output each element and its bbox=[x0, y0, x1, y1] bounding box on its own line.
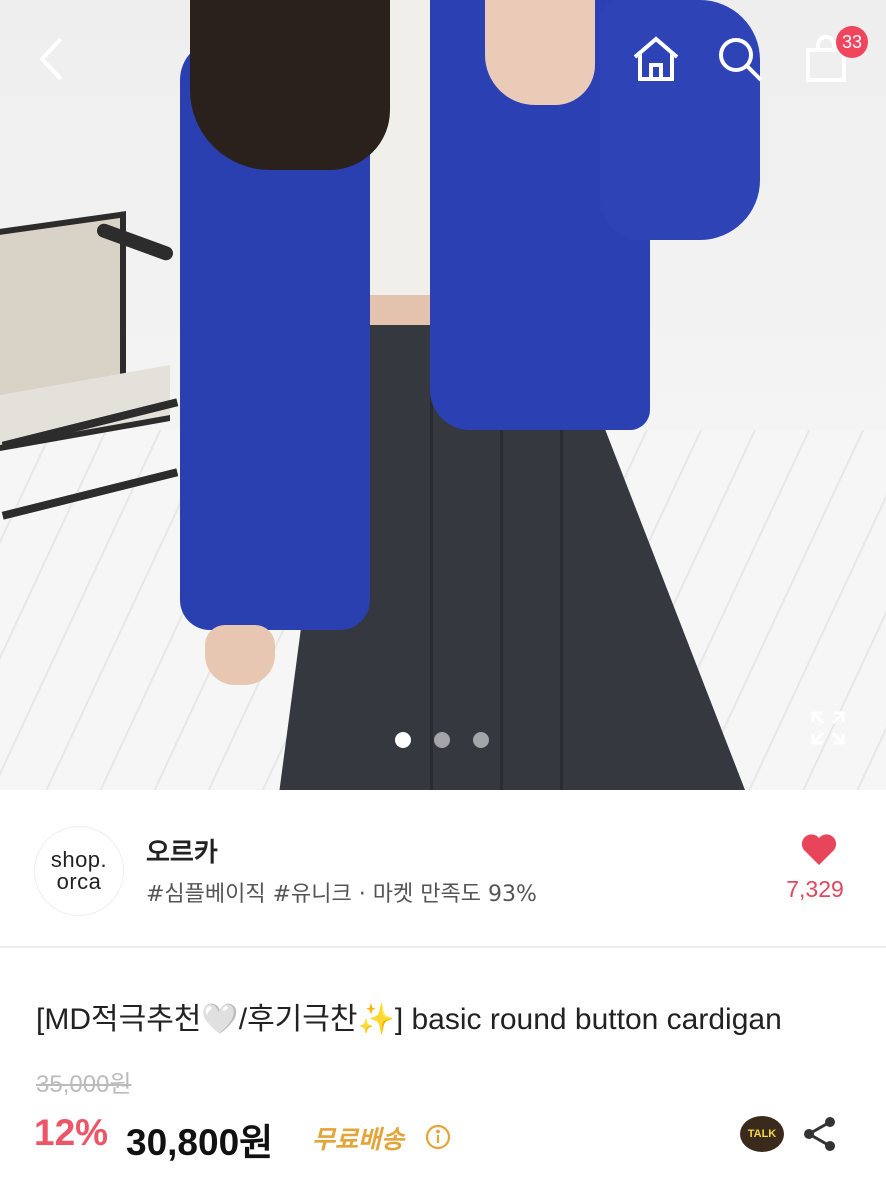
product-image[interactable] bbox=[0, 0, 886, 790]
shop-tags: #심플베이직 #유니크 · 마켓 만족도 93% bbox=[146, 882, 537, 907]
shop-info[interactable] bbox=[0, 790, 886, 948]
original-price: 35,000원 bbox=[36, 1071, 132, 1098]
like-button[interactable] bbox=[800, 832, 838, 870]
search-icon bbox=[719, 38, 763, 82]
heart-icon bbox=[801, 834, 837, 865]
like-count: 7,329 bbox=[786, 876, 844, 902]
shop-logo[interactable]: shop. orca bbox=[34, 826, 124, 916]
carousel-dot[interactable] bbox=[473, 732, 489, 748]
discount-rate: 12% bbox=[34, 1112, 109, 1153]
shop-name[interactable]: 오르카 bbox=[146, 832, 218, 869]
free-shipping-badge: 무료배송 bbox=[312, 1125, 405, 1154]
share-button[interactable] bbox=[800, 1114, 840, 1158]
search-button[interactable] bbox=[714, 34, 766, 84]
carousel-dot[interactable] bbox=[395, 732, 411, 748]
info-icon[interactable] bbox=[425, 1124, 451, 1154]
kakao-talk-button[interactable]: TALK bbox=[740, 1116, 784, 1152]
back-button[interactable] bbox=[30, 34, 74, 84]
carousel-indicator bbox=[395, 732, 489, 748]
product-title: [MD적극추천🤍/후기극찬✨] basic round button cardi… bbox=[36, 1003, 782, 1036]
logo-text-line2: orca bbox=[56, 869, 102, 894]
model-hair bbox=[190, 0, 390, 170]
cart-badge: 33 bbox=[836, 26, 868, 58]
logo-text-line1: shop. bbox=[50, 847, 108, 872]
share-icon bbox=[804, 1117, 835, 1151]
home-icon bbox=[633, 36, 679, 81]
sale-price: 30,800원 bbox=[126, 1122, 274, 1163]
carousel-dot[interactable] bbox=[434, 732, 450, 748]
talk-label: TALK bbox=[747, 1128, 777, 1140]
home-button[interactable] bbox=[630, 34, 682, 84]
chevron-left-icon bbox=[39, 37, 63, 81]
expand-icon[interactable] bbox=[808, 708, 848, 748]
